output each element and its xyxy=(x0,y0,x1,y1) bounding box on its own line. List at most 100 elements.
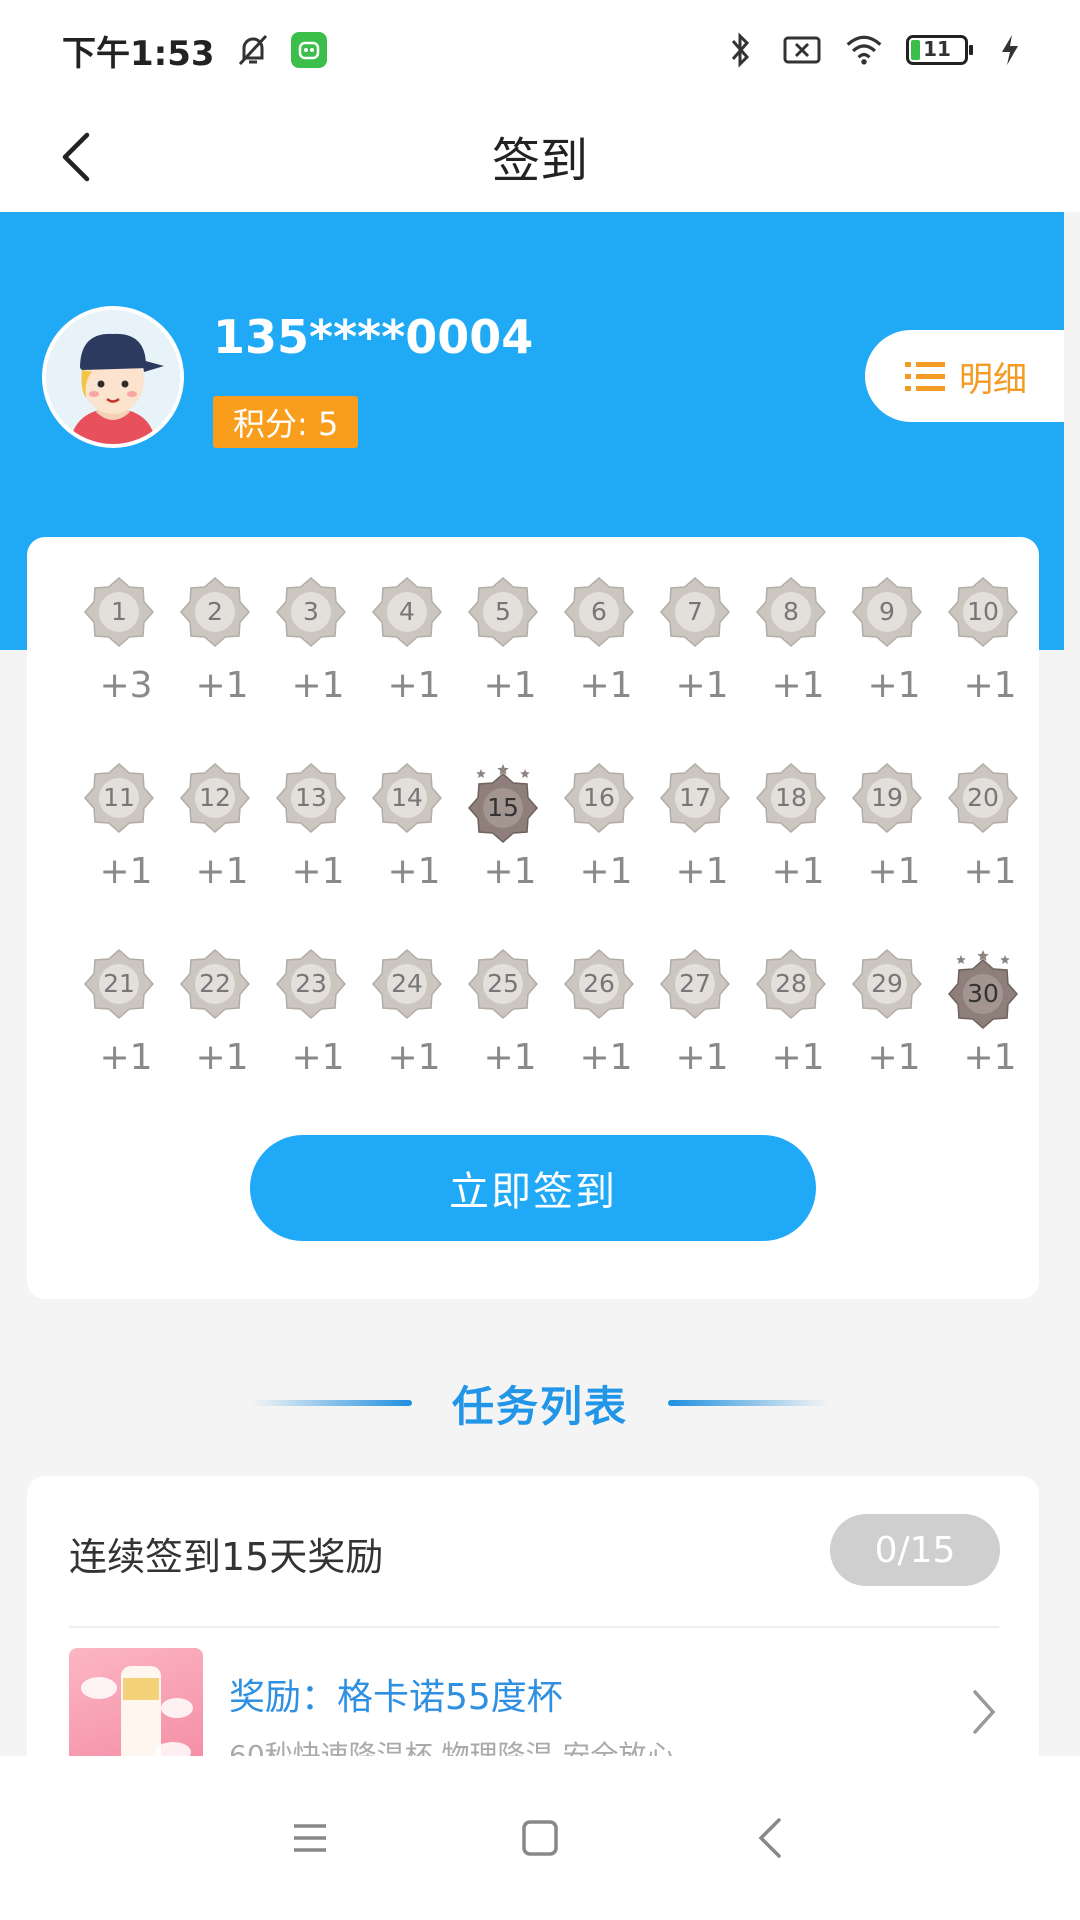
day-cell: 17 +1 xyxy=(647,763,743,949)
day-badge-icon: 27 xyxy=(659,949,731,1029)
day-number: 17 xyxy=(679,783,711,812)
day-badge-icon: 11 xyxy=(83,763,155,843)
list-icon xyxy=(905,362,945,391)
day-badge-icon: 29 xyxy=(851,949,923,1029)
milestone-badge-icon: 15 xyxy=(467,763,539,843)
home-button[interactable] xyxy=(510,1808,570,1868)
day-badge-icon: 18 xyxy=(755,763,827,843)
reward-thumbnail xyxy=(69,1648,203,1756)
reward-item[interactable]: 奖励：格卡诺55度杯 60秒快速降温杯 物理降温 安全放心 xyxy=(69,1648,999,1756)
task-section-header: 任务列表 xyxy=(0,1365,1080,1441)
back-button[interactable] xyxy=(40,122,110,192)
sim-off-icon xyxy=(782,30,822,70)
day-reward: +1 xyxy=(771,1037,825,1078)
day-badge-icon: 4 xyxy=(371,577,443,657)
day-badge-icon: 26 xyxy=(563,949,635,1029)
wifi-icon xyxy=(844,30,884,70)
status-bar-right: 11 xyxy=(720,30,1030,70)
day-number: 19 xyxy=(871,783,903,812)
day-reward: +1 xyxy=(291,665,345,706)
system-back-button[interactable] xyxy=(740,1808,800,1868)
day-number: 15 xyxy=(487,793,519,822)
day-cell: 1 +3 xyxy=(71,577,167,763)
day-cell: 3 +1 xyxy=(263,577,359,763)
day-badge-icon: 23 xyxy=(275,949,347,1029)
day-number: 26 xyxy=(583,969,615,998)
day-number: 29 xyxy=(871,969,903,998)
day-number: 30 xyxy=(967,979,999,1008)
day-cell: 26 +1 xyxy=(551,949,647,1135)
user-phone: 135****0004 xyxy=(213,310,534,364)
day-cell: 20 +1 xyxy=(935,763,1031,949)
status-bar-left: 下午1:53 xyxy=(62,26,327,75)
day-number: 21 xyxy=(103,969,135,998)
day-reward: +1 xyxy=(483,851,537,892)
day-cell: 8 +1 xyxy=(743,577,839,763)
day-number: 22 xyxy=(199,969,231,998)
day-cell: 14 +1 xyxy=(359,763,455,949)
day-cell: 7 +1 xyxy=(647,577,743,763)
day-cell: 6 +1 xyxy=(551,577,647,763)
day-reward: +1 xyxy=(867,851,921,892)
day-cell: 24 +1 xyxy=(359,949,455,1135)
recent-apps-button[interactable] xyxy=(280,1808,340,1868)
day-cell: 2 +1 xyxy=(167,577,263,763)
day-badge-icon: 14 xyxy=(371,763,443,843)
day-badge-icon: 6 xyxy=(563,577,635,657)
day-cell: 22 +1 xyxy=(167,949,263,1135)
menu-icon xyxy=(294,1824,326,1852)
day-badge-icon: 22 xyxy=(179,949,251,1029)
day-badge-icon: 8 xyxy=(755,577,827,657)
detail-button[interactable]: 明细 xyxy=(865,330,1064,422)
day-number: 11 xyxy=(103,783,135,812)
back-triangle-icon xyxy=(758,1818,781,1858)
day-badge-icon: 10 xyxy=(947,577,1019,657)
day-cell: 12 +1 xyxy=(167,763,263,949)
day-number: 27 xyxy=(679,969,711,998)
day-reward: +1 xyxy=(771,851,825,892)
day-badge-icon: 24 xyxy=(371,949,443,1029)
nav-bar: 签到 xyxy=(0,100,1080,212)
day-number: 14 xyxy=(391,783,423,812)
day-cell: 30 +1 xyxy=(935,949,1031,1135)
task-card: 连续签到15天奖励 0/15 奖励：格卡诺55度杯 60秒快速降温杯 物理降温 … xyxy=(27,1476,1039,1756)
day-cell: 29 +1 xyxy=(839,949,935,1135)
detail-label: 明细 xyxy=(959,359,1027,400)
day-number: 6 xyxy=(591,597,607,626)
day-cell: 19 +1 xyxy=(839,763,935,949)
day-badge-icon: 28 xyxy=(755,949,827,1029)
day-reward: +1 xyxy=(675,1037,729,1078)
bluetooth-icon xyxy=(720,30,760,70)
day-badge-icon: 12 xyxy=(179,763,251,843)
reward-description: 60秒快速降温杯 物理降温 安全放心 xyxy=(229,1739,675,1756)
avatar xyxy=(42,306,184,448)
points-badge: 积分: 5 xyxy=(213,396,359,448)
day-number: 1 xyxy=(111,597,127,626)
day-reward: +1 xyxy=(963,1037,1017,1078)
day-reward: +1 xyxy=(99,1037,153,1078)
day-badge-icon: 25 xyxy=(467,949,539,1029)
day-badge-icon: 2 xyxy=(179,577,251,657)
page-title: 签到 xyxy=(491,133,588,189)
day-cell: 16 +1 xyxy=(551,763,647,949)
day-reward: +1 xyxy=(291,851,345,892)
day-cell: 13 +1 xyxy=(263,763,359,949)
day-reward: +3 xyxy=(99,665,153,706)
day-reward: +1 xyxy=(291,1037,345,1078)
day-reward: +1 xyxy=(579,1037,633,1078)
day-number: 13 xyxy=(295,783,327,812)
day-badge-icon: 5 xyxy=(467,577,539,657)
day-reward: +1 xyxy=(579,665,633,706)
task-progress-badge: 0/15 xyxy=(830,1514,1000,1586)
day-number: 23 xyxy=(295,969,327,998)
day-grid: 1 +3 2 +1 3 +1 4 +1 5 +1 6 +1 7 +1 8 +1 9 +1 10 +1 11 +1 12 +1 1… xyxy=(71,577,1031,1135)
day-number: 2 xyxy=(207,597,223,626)
task-name: 连续签到15天奖励 xyxy=(69,1535,384,1579)
day-reward: +1 xyxy=(195,1037,249,1078)
signin-button[interactable]: 立即签到 xyxy=(250,1135,816,1241)
day-cell: 23 +1 xyxy=(263,949,359,1135)
day-badge-icon: 13 xyxy=(275,763,347,843)
home-square-icon xyxy=(522,1820,558,1856)
day-reward: +1 xyxy=(483,1037,537,1078)
decor-line-right xyxy=(668,1400,828,1406)
